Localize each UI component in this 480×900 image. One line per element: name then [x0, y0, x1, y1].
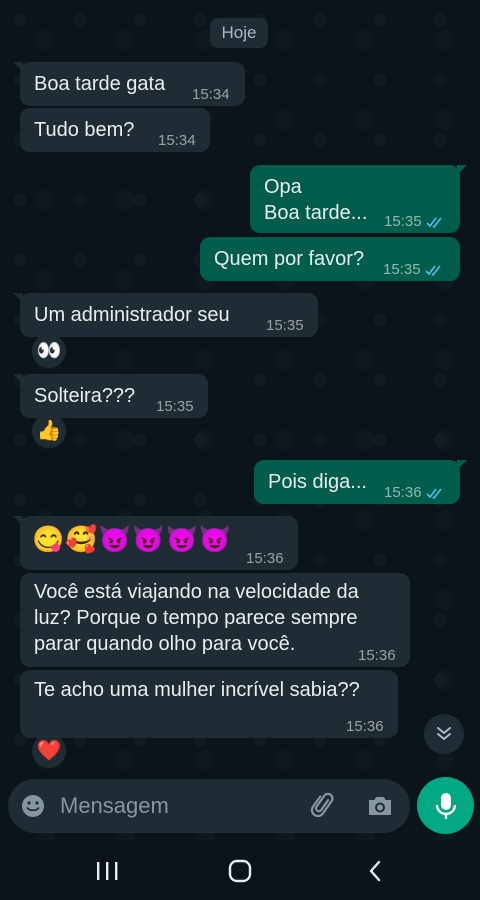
message-bubble[interactable]: Opa Boa tarde... 15:35 [250, 165, 467, 235]
message-time: 15:35 [266, 317, 304, 334]
message-time: 15:36 [246, 550, 284, 567]
read-ticks-icon [425, 488, 442, 499]
message-text: Solteira??? [34, 385, 136, 407]
message-time: 15:34 [192, 86, 230, 103]
message-text: Te acho uma mulher incrível sabia?? [34, 679, 360, 701]
date-chip: Hoje [210, 18, 268, 48]
message-text: Quem por favor? [214, 248, 365, 270]
mic-icon [435, 793, 457, 819]
voice-record-button[interactable] [417, 777, 474, 834]
chevrons-down-icon [437, 727, 451, 740]
message-text: Você está viajando na velocidade da luz?… [34, 581, 359, 655]
message-text: Tudo bem? [34, 119, 135, 141]
message-bubble[interactable]: Você está viajando na velocidade da luz?… [20, 573, 410, 667]
read-ticks-icon [425, 217, 442, 228]
message-text: Um administrador seu [34, 304, 230, 326]
message-text: Pois diga... [268, 471, 367, 493]
message-composer[interactable]: Mensagem [8, 779, 410, 833]
reaction-chip[interactable]: 👍 [32, 414, 66, 448]
message-bubble[interactable]: Boa tarde gata 15:34 [13, 62, 245, 106]
message-bubble[interactable]: Solteira??? 15:35 [13, 374, 208, 418]
home-icon[interactable] [228, 859, 252, 883]
message-time: 15:35 [156, 398, 194, 415]
message-time: 15:35 [384, 209, 444, 235]
message-text: Boa tarde gata [34, 73, 166, 95]
message-time: 15:36 [358, 647, 396, 664]
system-nav-bar [0, 840, 480, 900]
message-bubble[interactable]: Tudo bem? 15:34 [20, 108, 210, 152]
emoji-icon[interactable] [20, 793, 46, 819]
message-bubble[interactable]: 😋🥰😈😈😈😈 15:36 [13, 516, 298, 570]
message-bubble[interactable]: Pois diga... 15:36 [254, 460, 467, 506]
emoji-message: 😋🥰😈😈😈😈 [32, 524, 233, 554]
message-time: 15:36 [346, 718, 384, 735]
paperclip-icon[interactable] [310, 792, 338, 820]
reaction-chip[interactable]: 👀 [32, 334, 66, 368]
recents-icon[interactable] [95, 860, 119, 882]
message-input[interactable]: Mensagem [60, 793, 169, 819]
message-text: Opa Boa tarde... [264, 176, 368, 224]
scroll-to-bottom-button[interactable] [424, 714, 464, 754]
message-time: 15:35 [383, 257, 443, 283]
message-bubble[interactable]: Te acho uma mulher incrível sabia?? 15:3… [20, 670, 398, 738]
back-icon[interactable] [366, 859, 384, 883]
camera-icon[interactable] [366, 793, 394, 819]
reaction-chip[interactable]: ❤️ [32, 734, 66, 768]
message-time: 15:36 [384, 480, 444, 506]
read-ticks-icon [424, 265, 441, 276]
message-bubble[interactable]: Um administrador seu 15:35 [13, 293, 318, 337]
message-time: 15:34 [158, 132, 196, 149]
message-bubble[interactable]: Quem por favor? 15:35 [200, 237, 460, 281]
